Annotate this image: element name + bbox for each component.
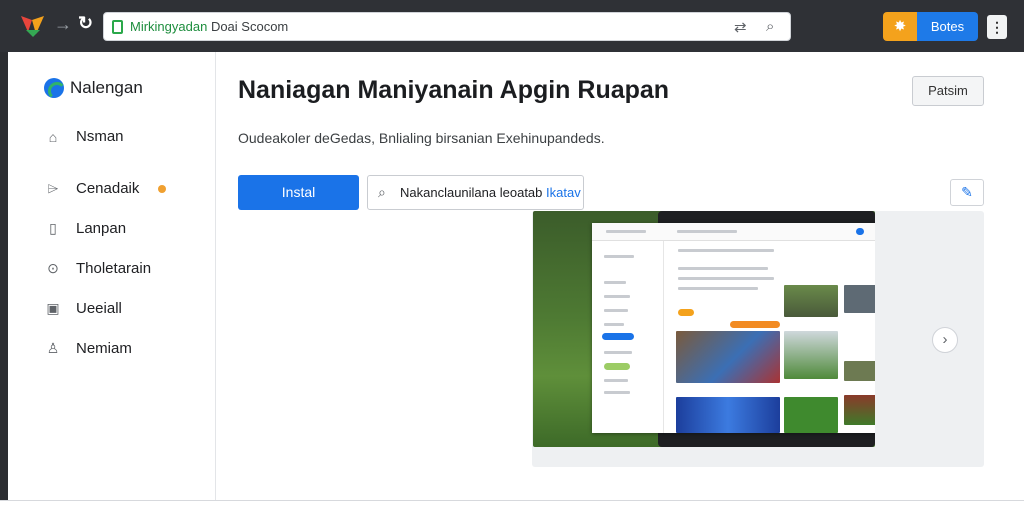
app-logo-icon[interactable] xyxy=(18,12,48,38)
sidebar-item-file[interactable]: ▯ Lanpan xyxy=(44,220,126,237)
translate-icon[interactable]: ⇄ xyxy=(734,18,747,36)
top-action-button[interactable]: Patsim xyxy=(912,76,984,106)
brand-logo-icon xyxy=(44,78,66,100)
inner-window-header xyxy=(592,223,875,241)
browser-toolbar: → ↻ Mirkingyadan Doai Scocom ⇄ ⌕ ✸ Botes… xyxy=(0,0,1024,52)
install-button[interactable]: Instal xyxy=(238,175,359,210)
sidebar-item-label: Ueeiall xyxy=(76,300,122,317)
inner-app-window xyxy=(592,223,875,433)
app-screenshot-image[interactable] xyxy=(533,211,875,447)
sidebar-item-label: Lanpan xyxy=(76,220,127,237)
sidebar-item-label: Tholetarain xyxy=(76,260,152,277)
reload-icon[interactable]: ↻ xyxy=(78,13,93,34)
sidebar-item-person[interactable]: ♙ Nemiam xyxy=(44,340,132,357)
secure-lock-icon xyxy=(112,20,123,34)
sidebar: Nalengan ⌂ Nsman ⌲ Cenadaik ▯ Lanpan ⊙ T… xyxy=(8,52,216,500)
sidebar-item-box[interactable]: ▣ Ueeiall xyxy=(44,300,122,317)
sidebar-item-home[interactable]: ⌂ Nsman xyxy=(44,128,124,145)
url-text: Mirkingyadan Doai Scocom xyxy=(130,19,289,34)
box-icon: ▣ xyxy=(46,300,60,316)
sidebar-item-label: Nemiam xyxy=(76,340,132,357)
extension-star-icon[interactable]: ✸ xyxy=(883,12,917,41)
tag-icon: ⌲ xyxy=(47,180,59,196)
page-description: Oudeakoler deGedas, Bnlialing birsanian … xyxy=(238,130,605,146)
person-icon: ♙ xyxy=(46,340,60,356)
search-input[interactable]: ⌕ Nakanclaunilana leoatab Ikatav xyxy=(367,175,584,210)
sidebar-item-tag[interactable]: ⌲ Cenadaik xyxy=(44,180,167,197)
home-icon: ⌂ xyxy=(48,128,58,145)
sidebar-brand[interactable]: Nalengan xyxy=(44,78,143,100)
bookmark-icon[interactable]: ⌕ xyxy=(766,18,774,35)
circle-dot-icon: ⊙ xyxy=(47,260,59,276)
notification-badge xyxy=(158,184,167,193)
edit-icon[interactable]: ✎ xyxy=(950,179,984,206)
sidebar-item-label: Cenadaik xyxy=(76,180,140,197)
brand-name: Nalengan xyxy=(70,78,143,97)
page-content: Nalengan ⌂ Nsman ⌲ Cenadaik ▯ Lanpan ⊙ T… xyxy=(8,52,1024,500)
browser-menu-button[interactable]: ⋮ xyxy=(987,15,1007,39)
inner-sidebar xyxy=(592,241,664,433)
sidebar-item-circle[interactable]: ⊙ Tholetarain xyxy=(44,260,151,277)
search-value: Nakanclaunilana leoatab Ikatav xyxy=(400,185,581,200)
bottom-status-strip xyxy=(0,500,1024,512)
chevron-right-icon[interactable]: › xyxy=(932,327,958,353)
forward-arrow-icon[interactable]: → xyxy=(54,14,72,35)
search-icon: ⌕ xyxy=(378,184,386,200)
profile-button[interactable]: Botes xyxy=(917,12,978,41)
sidebar-item-label: Nsman xyxy=(76,128,124,145)
file-icon: ▯ xyxy=(49,220,57,236)
page-title: Naniagan Maniyanain Apgin Ruapan xyxy=(238,76,670,104)
address-bar[interactable]: Mirkingyadan Doai Scocom ⇄ ⌕ xyxy=(103,12,791,41)
